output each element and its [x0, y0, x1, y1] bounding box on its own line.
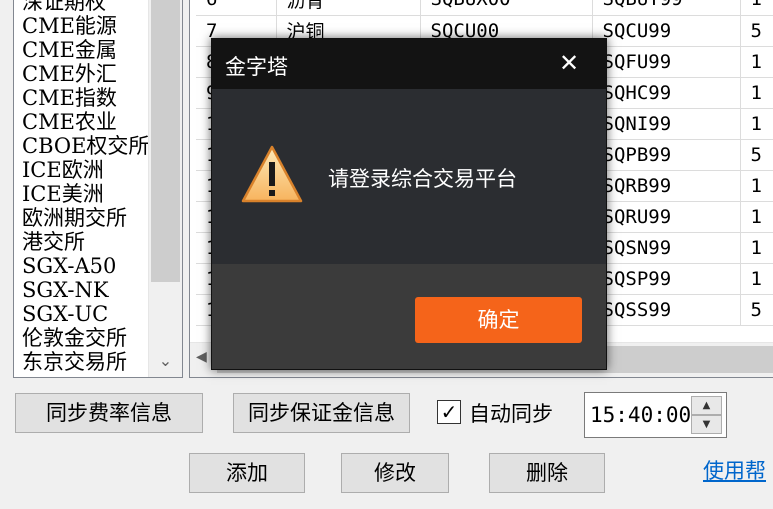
auto-sync-checkbox[interactable]: ✓ — [437, 400, 461, 424]
table-cell: SQPB99 — [592, 139, 741, 171]
table-cell: 1 — [740, 232, 773, 264]
table-cell: 5 — [740, 294, 773, 326]
list-item[interactable]: CME外汇 — [22, 62, 149, 86]
list-item[interactable]: 港交所 — [22, 230, 149, 254]
chevron-down-icon[interactable]: ⌄ — [149, 353, 182, 369]
sync-time-value[interactable]: 15:40:00 — [590, 403, 691, 427]
dialog-body: 请登录综合交易平台 — [212, 89, 606, 264]
list-item[interactable]: SGX-A50 — [22, 254, 149, 278]
table-cell: 1 — [740, 0, 773, 16]
list-item[interactable]: ICE欧洲 — [22, 158, 149, 182]
table-cell: SQFU99 — [592, 46, 741, 78]
edit-button[interactable]: 修改 — [341, 453, 449, 493]
delete-button[interactable]: 删除 — [489, 453, 605, 493]
ok-button[interactable]: 确定 — [415, 297, 582, 343]
list-item[interactable]: ICE美洲 — [22, 182, 149, 206]
table-cell: SQSP99 — [592, 263, 741, 295]
table-cell: 1 — [740, 201, 773, 233]
table-cell: SQBUX00 — [420, 0, 593, 16]
table-cell: 1 — [740, 77, 773, 109]
add-button[interactable]: 添加 — [189, 453, 305, 493]
table-cell: 5 — [740, 15, 773, 47]
warning-icon — [241, 145, 303, 203]
list-item[interactable]: CME金属 — [22, 38, 149, 62]
table-cell: 1 — [740, 46, 773, 78]
close-icon[interactable]: ✕ — [559, 49, 579, 77]
list-item[interactable]: CBOE权交所 — [22, 134, 149, 158]
table-cell: 1 — [740, 263, 773, 295]
dialog-titlebar[interactable]: 金字塔 ✕ — [212, 39, 606, 89]
list-item[interactable]: CME指数 — [22, 86, 149, 110]
list-item[interactable]: CME农业 — [22, 110, 149, 134]
table-cell: SQSN99 — [592, 232, 741, 264]
scrollbar-thumb[interactable] — [151, 0, 180, 282]
list-item[interactable]: 伦敦金交所 — [22, 326, 149, 350]
exchange-list[interactable]: 深证期权 CME能源 CME金属 CME外汇 CME指数 CME农业 CBOE权交所 ICE欧… — [13, 0, 183, 378]
dialog-footer: 确定 — [212, 264, 606, 369]
sync-time-field[interactable]: 15:40:00 ▲ ▼ — [584, 392, 727, 438]
dialog-title: 金字塔 — [225, 55, 288, 79]
table-cell: SQBUY99 — [592, 0, 741, 16]
table-row[interactable]: 6沥青SQBUX00SQBUY991 — [196, 0, 773, 16]
table-cell: SQCU99 — [592, 15, 741, 47]
sync-fee-button[interactable]: 同步费率信息 — [15, 393, 203, 433]
auto-sync-label: 自动同步 — [469, 402, 553, 426]
table-cell: SQSS99 — [592, 294, 741, 326]
list-item[interactable]: 深证期权 — [22, 0, 149, 14]
table-cell: SQRU99 — [592, 201, 741, 233]
table-cell: 1 — [740, 108, 773, 140]
table-cell: 6 — [196, 0, 277, 16]
help-link[interactable]: 使用帮 — [703, 455, 766, 485]
list-item[interactable]: CME能源 — [22, 14, 149, 38]
list-item[interactable]: 东京交易所 — [22, 350, 149, 374]
list-item[interactable]: 欧洲期交所 — [22, 206, 149, 230]
table-cell: 1 — [740, 170, 773, 202]
table-cell: SQNI99 — [592, 108, 741, 140]
table-cell: 5 — [740, 139, 773, 171]
spin-up-icon[interactable]: ▲ — [691, 396, 722, 415]
sync-margin-button[interactable]: 同步保证金信息 — [233, 393, 410, 433]
exchange-list-scrollbar[interactable]: ⌄ — [148, 0, 182, 377]
dialog-message: 请登录综合交易平台 — [328, 167, 517, 191]
list-item[interactable]: SGX-UC — [22, 302, 149, 326]
table-cell: SQRB99 — [592, 170, 741, 202]
list-item[interactable]: SGX-NK — [22, 278, 149, 302]
table-cell: 沥青 — [276, 0, 421, 16]
chevron-left-icon[interactable]: ◀ — [196, 349, 207, 365]
exchange-list-items: 深证期权 CME能源 CME金属 CME外汇 CME指数 CME农业 CBOE权交所 ICE欧… — [22, 0, 149, 374]
login-prompt-dialog: 金字塔 ✕ 请登录综合交易平台 确定 — [211, 38, 607, 370]
table-cell: SQHC99 — [592, 77, 741, 109]
spin-down-icon[interactable]: ▼ — [691, 415, 722, 434]
